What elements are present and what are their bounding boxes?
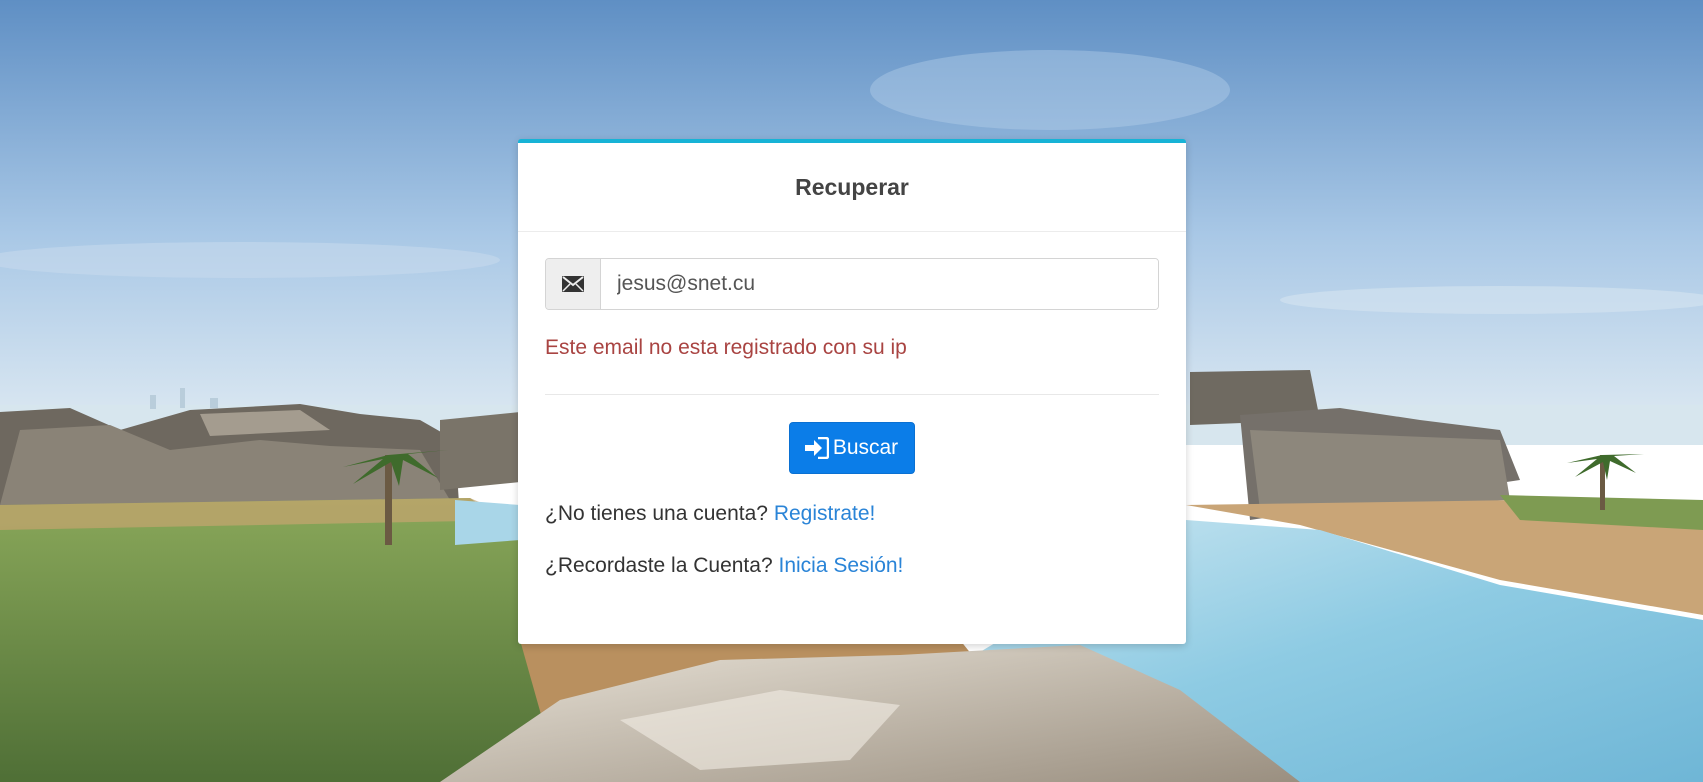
register-link[interactable]: Registrate!	[774, 502, 876, 525]
search-button-label: Buscar	[832, 436, 899, 459]
card-title: Recuperar	[795, 173, 909, 200]
email-field[interactable]	[601, 259, 1158, 309]
sign-in-icon	[804, 437, 829, 459]
button-row: Buscar	[545, 422, 1159, 474]
card-body: Este email no esta registrado con su ip …	[518, 232, 1186, 578]
error-message: Este email no esta registrado con su ip	[545, 336, 907, 359]
envelope-icon-svg	[562, 276, 584, 292]
login-line: ¿Recordaste la Cuenta? Inicia Sesión!	[545, 554, 1159, 578]
login-prompt: ¿Recordaste la Cuenta?	[545, 554, 773, 577]
login-link[interactable]: Inicia Sesión!	[778, 554, 903, 577]
envelope-icon	[546, 259, 601, 309]
register-line: ¿No tienes una cuenta? Registrate!	[545, 502, 1159, 526]
register-prompt: ¿No tienes una cuenta?	[545, 502, 768, 525]
email-input-group	[545, 258, 1159, 310]
divider	[545, 394, 1159, 395]
recover-card: Recuperar Este email no esta registrado …	[518, 139, 1186, 644]
card-header: Recuperar	[518, 143, 1186, 232]
search-button[interactable]: Buscar	[788, 422, 916, 474]
